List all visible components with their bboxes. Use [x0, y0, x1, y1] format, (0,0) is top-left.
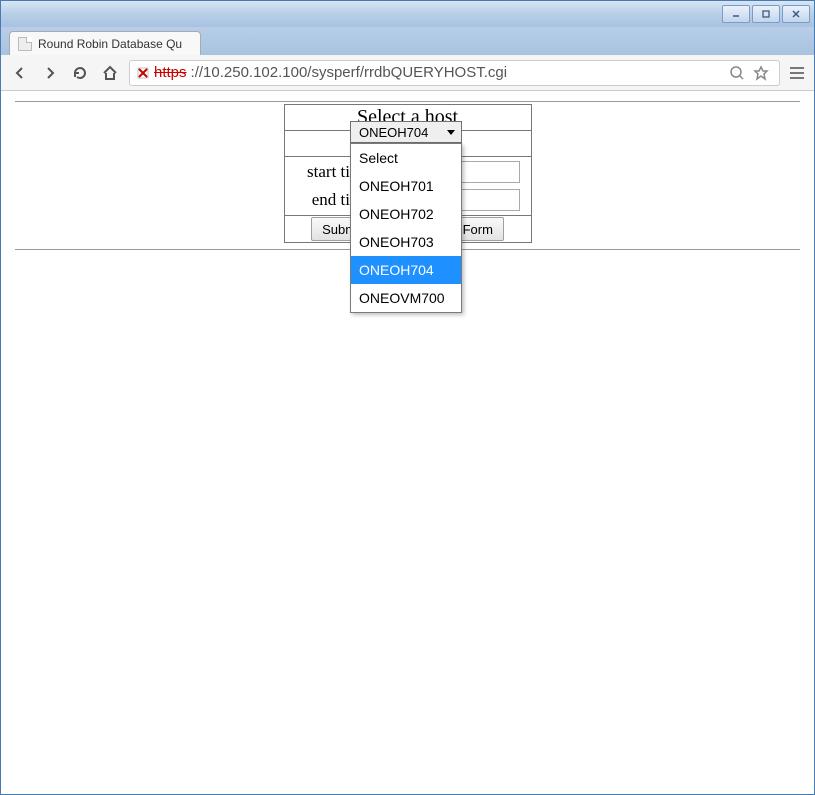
url-protocol: https	[154, 64, 187, 81]
host-select-value: ONEOH704	[359, 125, 428, 140]
address-bar[interactable]: https://10.250.102.100/sysperf/rrdbQUERY…	[129, 60, 780, 86]
reload-button[interactable]	[69, 62, 91, 84]
page-content: Select a host start time: end time:	[1, 91, 814, 794]
dropdown-option[interactable]: ONEOH701	[351, 172, 461, 200]
window-controls	[720, 3, 812, 25]
tab-title: Round Robin Database Qu	[38, 37, 182, 51]
chevron-down-icon	[447, 130, 455, 135]
close-button[interactable]	[782, 5, 810, 23]
dropdown-option[interactable]: Select	[351, 144, 461, 172]
dropdown-option[interactable]: ONEOH702	[351, 200, 461, 228]
zoom-icon[interactable]	[729, 65, 745, 81]
page-icon	[18, 37, 32, 51]
top-rule	[15, 101, 800, 102]
dropdown-option[interactable]: ONEOVM700	[351, 284, 461, 312]
host-select[interactable]: ONEOH704	[350, 121, 462, 143]
minimize-button[interactable]	[722, 5, 750, 23]
browser-window: Round Robin Database Qu https://10.250.1…	[0, 0, 815, 795]
browser-toolbar: https://10.250.102.100/sysperf/rrdbQUERY…	[1, 55, 814, 91]
ssl-warning-icon	[136, 66, 150, 80]
home-button[interactable]	[99, 62, 121, 84]
dropdown-option[interactable]: ONEOH703	[351, 228, 461, 256]
menu-button[interactable]	[788, 65, 806, 81]
host-select-dropdown[interactable]: SelectONEOH701ONEOH702ONEOH703ONEOH704ON…	[350, 143, 462, 313]
browser-tab[interactable]: Round Robin Database Qu	[9, 31, 201, 55]
tab-strip: Round Robin Database Qu	[1, 27, 814, 55]
address-actions	[729, 65, 773, 81]
maximize-button[interactable]	[752, 5, 780, 23]
window-titlebar	[1, 1, 814, 27]
dropdown-option[interactable]: ONEOH704	[351, 256, 461, 284]
back-button[interactable]	[9, 62, 31, 84]
bookmark-star-icon[interactable]	[753, 65, 769, 81]
forward-button[interactable]	[39, 62, 61, 84]
url-path: ://10.250.102.100/sysperf/rrdbQUERYHOST.…	[191, 64, 508, 81]
